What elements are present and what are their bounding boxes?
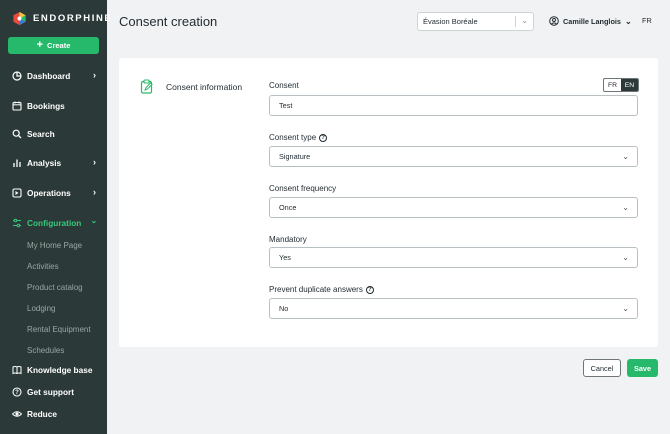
consent-label: Consent [269, 81, 299, 90]
chevron-down-icon: ⌄ [624, 16, 632, 26]
mandatory-label: Mandatory [269, 235, 307, 244]
prevent-duplicate-label-text: Prevent duplicate answers [269, 285, 363, 294]
chevron-down-icon: ⌄ [622, 152, 629, 161]
user-menu[interactable]: Camille Langlois ⌄ [549, 14, 632, 28]
chevron-right-icon: › [93, 157, 96, 167]
chevron-down-icon: ⌄ [622, 253, 629, 262]
sidebar-item-operations[interactable]: Operations › [12, 186, 102, 200]
cancel-button[interactable]: Cancel [583, 359, 621, 377]
prevent-duplicate-label: Prevent duplicate answers ? [269, 285, 374, 294]
consent-input-value: Test [279, 101, 293, 110]
sidebar-item-dashboard[interactable]: Dashboard › [12, 69, 102, 83]
create-button[interactable]: + Create [8, 37, 99, 54]
sidebar-item-get-support[interactable]: ? Get support [12, 385, 102, 399]
plus-icon: + [36, 39, 44, 51]
language-toggle[interactable]: FR EN [603, 78, 639, 92]
lang-toggle-fr[interactable]: FR [604, 79, 621, 91]
sidebar: ENDORPHINE + Create Dashboard › Bookings… [0, 0, 111, 434]
sidebar-item-label: Configuration [27, 218, 82, 228]
sidebar-item-label: Reduce [27, 409, 57, 419]
endorphine-logo-icon [13, 11, 26, 25]
sidebar-item-label: Search [27, 129, 55, 139]
user-avatar-icon [549, 16, 559, 26]
consent-input[interactable]: Test [269, 95, 638, 116]
sidebar-item-reduce[interactable]: Reduce [12, 407, 102, 421]
sidebar-item-label: Knowledge base [27, 365, 93, 375]
sidebar-subitem-lodging[interactable]: Lodging [27, 304, 55, 313]
consent-type-label-text: Consent type [269, 133, 317, 142]
organization-select-value: Évasion Boréale [423, 17, 478, 26]
section-title: Consent information [166, 82, 243, 92]
sidebar-subitem-product-catalog[interactable]: Product catalog [27, 283, 83, 292]
sidebar-item-knowledge-base[interactable]: Knowledge base [12, 363, 102, 377]
language-switcher[interactable]: FR [642, 16, 652, 25]
consent-frequency-select-value: Once [279, 203, 297, 212]
select-divider [515, 16, 516, 27]
consent-frequency-label: Consent frequency [269, 184, 336, 193]
prevent-duplicate-select-value: No [279, 304, 289, 313]
chevron-down-icon: ⌄ [622, 304, 629, 313]
prevent-duplicate-select[interactable]: No ⌄ [269, 298, 638, 319]
sidebar-subitem-schedules[interactable]: Schedules [27, 346, 64, 353]
organization-select[interactable]: Évasion Boréale ⌄ [417, 12, 534, 31]
help-circle-icon: ? [12, 387, 22, 397]
consent-label-text: Consent [269, 81, 299, 90]
consent-type-select-value: Signature [279, 152, 311, 161]
sidebar-item-analysis[interactable]: Analysis › [12, 156, 102, 170]
calendar-icon [12, 101, 22, 111]
eye-icon [12, 409, 22, 419]
create-button-label: Create [47, 41, 71, 50]
lang-toggle-en[interactable]: EN [621, 79, 638, 91]
operations-icon [12, 188, 22, 198]
bar-chart-icon [12, 158, 22, 168]
sliders-icon [12, 218, 22, 228]
help-icon[interactable]: ? [365, 285, 374, 294]
sidebar-item-bookings[interactable]: Bookings [12, 99, 102, 113]
mandatory-label-text: Mandatory [269, 235, 307, 244]
sidebar-item-label: Dashboard [27, 71, 71, 81]
chevron-down-icon: › [89, 220, 100, 224]
consent-type-label: Consent type ? [269, 133, 328, 142]
save-button[interactable]: Save [627, 359, 658, 377]
sidebar-subitem-rental-equipment[interactable]: Rental Equipment [27, 325, 91, 334]
search-icon [12, 129, 22, 139]
chevron-right-icon: › [93, 70, 96, 80]
dashboard-icon [12, 71, 22, 81]
svg-text:?: ? [15, 390, 19, 396]
brand[interactable]: ENDORPHINE [12, 9, 112, 27]
clipboard-edit-icon [140, 79, 153, 94]
sidebar-item-label: Operations [27, 188, 71, 198]
brand-name: ENDORPHINE [33, 12, 113, 24]
chevron-right-icon: › [93, 187, 96, 197]
sidebar-subitem-activities[interactable]: Activities [27, 262, 59, 271]
consent-frequency-select[interactable]: Once ⌄ [269, 197, 638, 218]
help-icon[interactable]: ? [319, 133, 328, 142]
sidebar-item-label: Analysis [27, 158, 62, 168]
consent-frequency-label-text: Consent frequency [269, 184, 337, 193]
sidebar-item-label: Bookings [27, 101, 65, 111]
chevron-down-icon: ⌄ [622, 203, 629, 212]
chevron-down-icon: ⌄ [521, 16, 528, 25]
sidebar-item-search[interactable]: Search [12, 127, 102, 141]
user-name: Camille Langlois [563, 16, 621, 26]
page-title: Consent creation [119, 14, 218, 29]
consent-type-select[interactable]: Signature ⌄ [269, 146, 638, 167]
mandatory-select-value: Yes [279, 253, 291, 262]
sidebar-item-label: Get support [27, 387, 75, 397]
sidebar-subitem-my-home-page[interactable]: My Home Page [27, 241, 82, 250]
book-icon [12, 365, 22, 375]
mandatory-select[interactable]: Yes ⌄ [269, 247, 638, 268]
sidebar-item-configuration[interactable]: Configuration › [12, 216, 102, 230]
